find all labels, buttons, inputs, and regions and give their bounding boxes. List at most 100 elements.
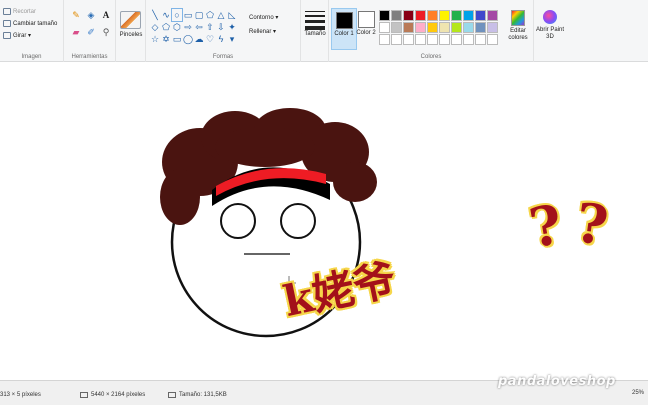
zoom-value: 25% — [631, 390, 644, 396]
palette-swatch[interactable] — [379, 10, 390, 21]
cursor-position-value: 313 × 5 píxeles — [0, 392, 41, 398]
polygon-shape-icon[interactable]: ⬠ — [205, 9, 215, 21]
shapes-group-label: Formas — [212, 54, 234, 60]
palette-swatch[interactable] — [487, 34, 498, 45]
palette-swatch[interactable] — [475, 10, 486, 21]
palette-swatch[interactable] — [403, 34, 414, 45]
palette-swatch[interactable] — [403, 22, 414, 33]
stroke-size-icon — [305, 11, 325, 33]
rotate-button[interactable]: Girar ▾ — [3, 32, 31, 39]
palette-swatch[interactable] — [451, 10, 462, 21]
diamond-shape-icon[interactable]: ◇ — [150, 21, 160, 33]
palette-swatch[interactable] — [391, 10, 402, 21]
oval-shape-icon[interactable]: ○ — [171, 8, 183, 22]
triangle-shape-icon[interactable]: △ — [216, 9, 226, 21]
text-tool-icon[interactable]: A — [100, 10, 112, 21]
size-label: Tamaño — [304, 31, 326, 37]
file-size: Tamaño: 131,5KB — [168, 392, 227, 398]
color2-button[interactable]: Color 2 — [353, 8, 379, 50]
resize-button[interactable]: Cambiar tamaño — [3, 20, 57, 27]
palette-swatch[interactable] — [487, 10, 498, 21]
crop-button[interactable]: Recortar — [3, 8, 36, 15]
palette-swatch[interactable] — [391, 22, 402, 33]
star4-shape-icon[interactable]: ✦ — [227, 21, 237, 33]
palette-swatch[interactable] — [439, 22, 450, 33]
palette-swatch[interactable] — [475, 34, 486, 45]
cursor-position: 313 × 5 píxeles — [0, 392, 41, 398]
palette-swatch[interactable] — [487, 22, 498, 33]
palette-swatch[interactable] — [427, 22, 438, 33]
palette-swatch[interactable] — [379, 22, 390, 33]
palette-swatch[interactable] — [463, 34, 474, 45]
palette-swatch[interactable] — [415, 22, 426, 33]
curve-shape-icon[interactable]: ∿ — [161, 9, 171, 21]
image-group-label: Imagen — [21, 54, 42, 60]
pencil-icon[interactable]: ✎ — [70, 10, 82, 21]
palette-swatch[interactable] — [415, 34, 426, 45]
callout-oval-shape-icon[interactable]: ◯ — [183, 33, 193, 45]
rotate-label: Girar ▾ — [13, 33, 32, 39]
down-arrow-shape-icon[interactable]: ⇩ — [216, 21, 226, 33]
up-arrow-shape-icon[interactable]: ⇧ — [205, 21, 215, 33]
rounded-rect-shape-icon[interactable]: ▢ — [194, 9, 204, 21]
magnifier-icon[interactable]: ⚲ — [100, 27, 112, 38]
right-triangle-shape-icon[interactable]: ◺ — [227, 9, 237, 21]
right-arrow-shape-icon[interactable]: ⇨ — [183, 21, 193, 33]
line-shape-icon[interactable]: ╲ — [150, 9, 160, 21]
shapes-more-icon[interactable]: ▾ — [227, 33, 237, 45]
hexagon-shape-icon[interactable]: ⬡ — [172, 21, 182, 33]
eraser-icon[interactable]: ▰ — [70, 27, 82, 38]
resize-label: Cambiar tamaño — [13, 20, 58, 27]
color1-swatch — [335, 12, 353, 29]
brush-icon[interactable] — [120, 11, 141, 29]
lightning-shape-icon[interactable]: ϟ — [216, 33, 226, 45]
palette-swatch[interactable] — [463, 22, 474, 33]
file-size-value: Tamaño: 131,5KB — [179, 392, 227, 398]
edit-colors-button[interactable]: Editar colores — [505, 10, 531, 42]
palette-swatch[interactable] — [451, 22, 462, 33]
palette-swatch[interactable] — [427, 10, 438, 21]
color2-label: Color 2 — [356, 30, 376, 36]
palette-swatch[interactable] — [391, 34, 402, 45]
paint3d-button[interactable]: Abrir Paint 3D — [534, 0, 566, 62]
heart-shape-icon[interactable]: ♡ — [205, 33, 215, 45]
rainbow-icon — [511, 10, 525, 26]
palette-swatch[interactable] — [475, 22, 486, 33]
star6-shape-icon[interactable]: ✡ — [161, 33, 171, 45]
palette-swatch[interactable] — [451, 34, 462, 45]
rotate-icon — [3, 32, 11, 39]
right-eye — [280, 203, 316, 239]
image-group: Recortar Cambiar tamaño Girar ▾ Imagen — [0, 0, 64, 62]
callout-cloud-shape-icon[interactable]: ☁ — [194, 33, 204, 45]
palette-swatch[interactable] — [439, 34, 450, 45]
zoom-control[interactable]: 25% — [632, 390, 644, 396]
color-palette — [379, 10, 498, 45]
fill-bucket-icon[interactable]: ◈ — [85, 10, 97, 21]
colors-group: Color 1 Color 2 Editar colores Colores — [329, 0, 534, 62]
left-arrow-shape-icon[interactable]: ⇦ — [194, 21, 204, 33]
star5-shape-icon[interactable]: ☆ — [150, 33, 160, 45]
size-group[interactable]: Tamaño — [301, 0, 329, 62]
watermark-text: pandaloveshop — [498, 374, 616, 389]
palette-swatch[interactable] — [415, 10, 426, 21]
rectangle-shape-icon[interactable]: ▭ — [183, 9, 193, 21]
outline-dropdown[interactable]: Contorno ▾ — [249, 11, 278, 25]
pentagon-shape-icon[interactable]: ⬠ — [161, 21, 171, 33]
palette-swatch[interactable] — [379, 34, 390, 45]
palette-swatch[interactable] — [463, 10, 474, 21]
tools-group: ✎ ◈ A ▰ ✐ ⚲ Herramientas — [64, 0, 116, 62]
callout-rect-shape-icon[interactable]: ▭ — [172, 33, 182, 45]
brushes-label: Pinceles — [119, 32, 143, 38]
resize-icon — [3, 20, 11, 27]
color-picker-icon[interactable]: ✐ — [85, 27, 97, 38]
palette-swatch[interactable] — [439, 10, 450, 21]
tools-group-label: Herramientas — [71, 54, 108, 60]
palette-swatch[interactable] — [427, 34, 438, 45]
palette-swatch[interactable] — [403, 10, 414, 21]
image-size-icon — [80, 392, 88, 398]
brushes-group: Pinceles — [116, 0, 146, 62]
drawing-canvas[interactable]: ? ? — [0, 62, 648, 378]
colors-group-label: Colores — [420, 54, 442, 60]
color1-label: Color 1 — [334, 31, 354, 37]
fill-dropdown[interactable]: Rellenar ▾ — [249, 25, 278, 39]
